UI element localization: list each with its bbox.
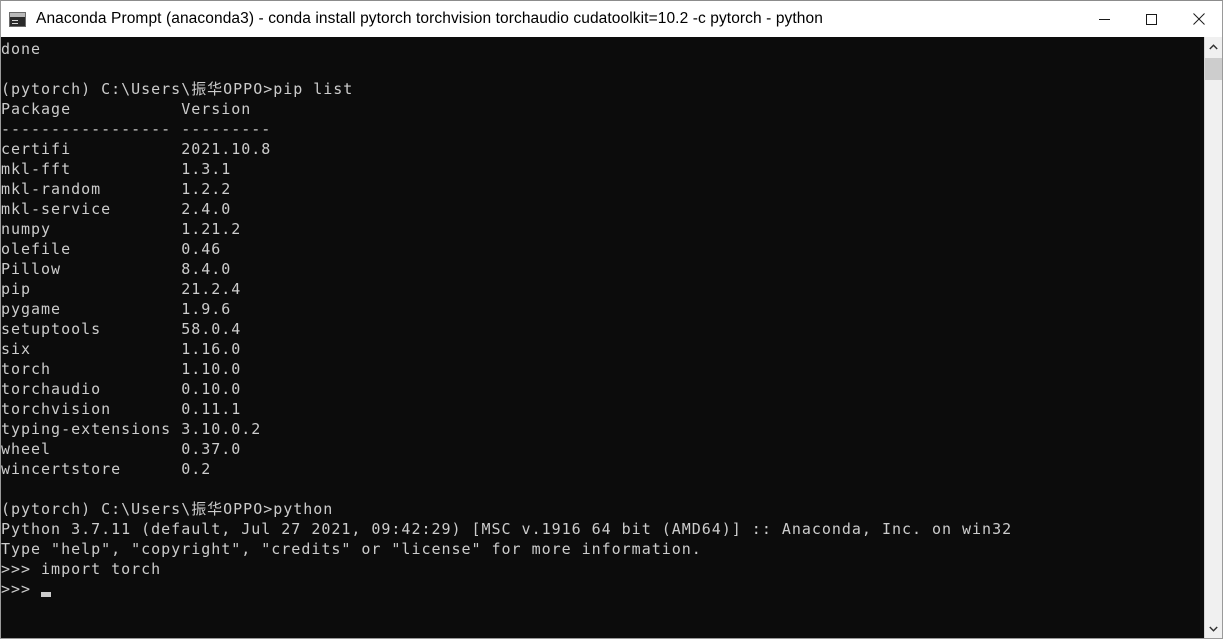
console-line: done	[1, 40, 42, 58]
console-line: six 1.16.0	[1, 340, 242, 358]
console-line: mkl-service 2.4.0	[1, 200, 232, 218]
console-output-area[interactable]: done (pytorch) C:\Users\振华OPPO>pip list P…	[1, 37, 1222, 638]
console-line: >>>	[1, 580, 42, 598]
close-button[interactable]	[1175, 1, 1222, 37]
console-line: (pytorch) C:\Users\振华OPPO>pip list	[1, 80, 354, 98]
console-line: certifi 2021.10.8	[1, 140, 272, 158]
console-line: (pytorch) C:\Users\振华OPPO>python	[1, 500, 334, 518]
text-cursor	[40, 592, 51, 597]
console-line: torch 1.10.0	[1, 360, 242, 378]
console-line: torchaudio 0.10.0	[1, 380, 242, 398]
console-line: ----------------- ---------	[1, 120, 272, 138]
terminal-window: Anaconda Prompt (anaconda3) - conda inst…	[0, 0, 1223, 639]
console-line: wheel 0.37.0	[1, 440, 242, 458]
console-line: olefile 0.46	[1, 240, 222, 258]
console-text: done (pytorch) C:\Users\振华OPPO>pip list P…	[1, 39, 1012, 599]
title-bar[interactable]: Anaconda Prompt (anaconda3) - conda inst…	[1, 1, 1222, 37]
console-line: >>> import torch	[1, 560, 162, 578]
console-line: setuptools 58.0.4	[1, 320, 242, 338]
window-title: Anaconda Prompt (anaconda3) - conda inst…	[36, 10, 823, 27]
console-line: Pillow 8.4.0	[1, 260, 232, 278]
console-line: Type "help", "copyright", "credits" or "…	[1, 540, 702, 558]
console-line: numpy 1.21.2	[1, 220, 242, 238]
chevron-up-icon[interactable]	[1205, 37, 1222, 56]
console-line: wincertstore 0.2	[1, 460, 212, 478]
minimize-button[interactable]	[1081, 1, 1128, 37]
scrollbar-thumb[interactable]	[1205, 58, 1222, 80]
scrollbar-track[interactable]	[1205, 56, 1222, 619]
console-line: Python 3.7.11 (default, Jul 27 2021, 09:…	[1, 520, 1013, 538]
vertical-scrollbar[interactable]	[1204, 37, 1222, 638]
console-icon	[9, 11, 26, 27]
console-line: pip 21.2.4	[1, 280, 242, 298]
console-line: mkl-random 1.2.2	[1, 180, 232, 198]
console-line: torchvision 0.11.1	[1, 400, 242, 418]
console-line: pygame 1.9.6	[1, 300, 232, 318]
chevron-down-icon[interactable]	[1205, 619, 1222, 638]
console-line: Package Version	[1, 100, 252, 118]
console-line: mkl-fft 1.3.1	[1, 160, 232, 178]
console-line: typing-extensions 3.10.0.2	[1, 420, 262, 438]
maximize-button[interactable]	[1128, 1, 1175, 37]
